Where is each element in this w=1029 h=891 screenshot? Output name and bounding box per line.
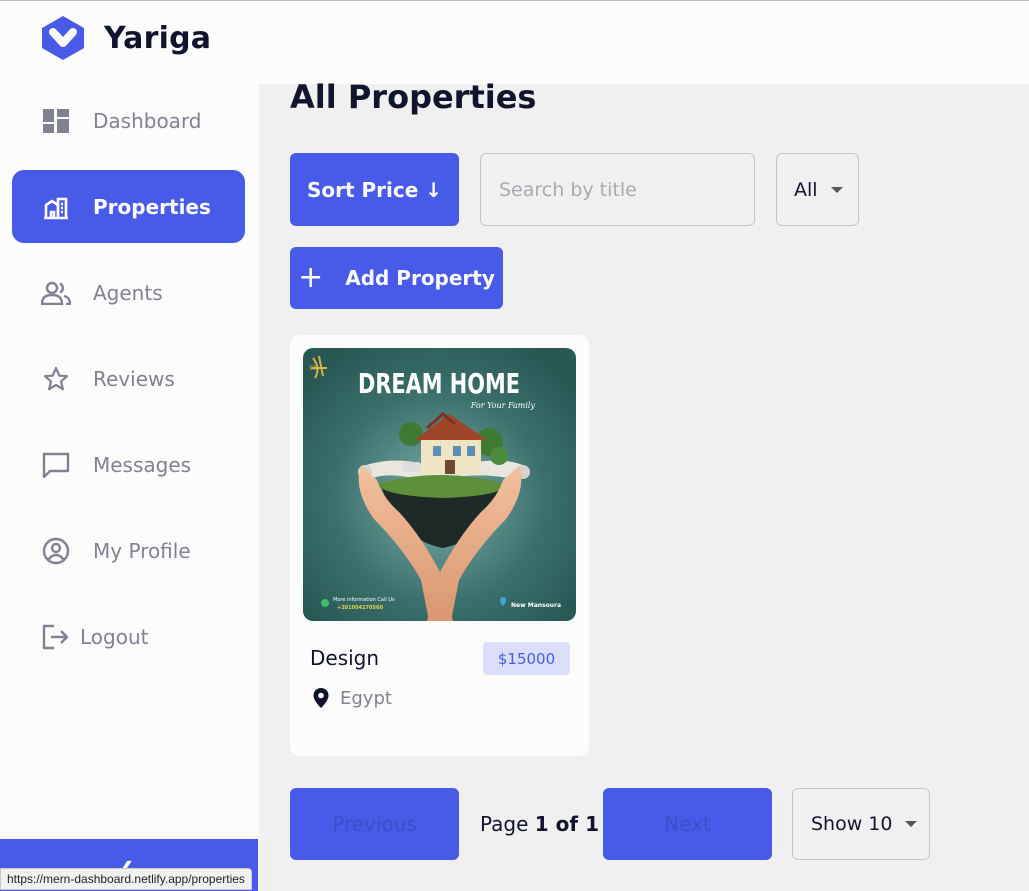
user-circle-icon — [40, 535, 72, 567]
add-property-button[interactable]: + Add Property — [290, 247, 503, 309]
yariga-logo-icon — [42, 16, 84, 60]
page-title: All Properties — [290, 78, 537, 116]
sidebar-nav: Dashboard Properties Agents Reviews Mess… — [12, 84, 245, 686]
property-price: $15000 — [497, 649, 556, 668]
property-location: Egypt — [312, 687, 392, 709]
dream-home-poster: SK DREAM HOME For Your Family More infor… — [303, 348, 576, 621]
sidebar: Yariga Dashboard Properties Agents Revie… — [0, 0, 259, 891]
previous-page-button[interactable]: Previous — [290, 788, 459, 860]
property-type-select[interactable]: All — [776, 153, 859, 226]
poster-headline: DREAM HOME — [358, 367, 520, 400]
page-size-select[interactable]: Show 10 — [792, 788, 930, 860]
sort-price-label: Sort Price ↓ — [306, 177, 443, 202]
caret-down-icon — [830, 186, 843, 193]
sidebar-item-dashboard[interactable]: Dashboard — [12, 84, 245, 157]
sidebar-item-label: Logout — [80, 624, 149, 649]
sort-price-button[interactable]: Sort Price ↓ — [290, 153, 459, 226]
window-top-border — [0, 0, 1029, 1]
add-property-label: Add Property — [345, 266, 495, 290]
previous-label: Previous — [332, 812, 417, 836]
brand-name: Yariga — [104, 20, 212, 56]
star-icon — [40, 363, 72, 395]
sidebar-item-label: Properties — [93, 194, 211, 219]
sidebar-item-label: Messages — [93, 452, 192, 477]
property-image[interactable]: SK DREAM HOME For Your Family More infor… — [303, 348, 576, 621]
caret-down-icon — [905, 821, 918, 827]
dashboard-icon — [40, 105, 72, 137]
page-prefix: Page — [480, 812, 529, 836]
price-badge: $15000 — [483, 642, 570, 675]
logout-icon — [40, 621, 72, 653]
location-pin-icon — [313, 688, 329, 708]
sidebar-item-label: Reviews — [93, 366, 175, 391]
sidebar-item-label: My Profile — [93, 538, 191, 563]
plus-icon: + — [298, 260, 324, 295]
top-header — [259, 1, 1029, 84]
brand[interactable]: Yariga — [38, 14, 211, 62]
poster-logo-text: SK — [309, 365, 318, 372]
chat-icon — [40, 449, 72, 481]
page-size-value: Show 10 — [811, 813, 893, 835]
property-title: Design — [310, 646, 380, 670]
poster-place: New Mansoura — [511, 602, 561, 609]
poster-phone: +201004270560 — [337, 605, 383, 611]
next-label: Next — [664, 812, 711, 836]
next-page-button[interactable]: Next — [603, 788, 772, 860]
sidebar-item-properties[interactable]: Properties — [12, 170, 245, 243]
page-value: 1 of 1 — [534, 812, 599, 836]
poster-contact-label: More information Call Us — [333, 597, 395, 603]
poster-tagline: For Your Family — [470, 401, 536, 410]
sidebar-item-agents[interactable]: Agents — [12, 256, 245, 329]
browser-status-url: https://mern-dashboard.netlify.app/prope… — [0, 868, 252, 890]
sidebar-item-logout[interactable]: Logout — [12, 600, 245, 673]
sidebar-item-label: Agents — [93, 280, 163, 305]
page-indicator: Page 1 of 1 — [480, 812, 599, 836]
property-location-text: Egypt — [340, 687, 392, 709]
people-icon — [40, 277, 72, 309]
building-icon — [40, 191, 72, 223]
sidebar-item-my-profile[interactable]: My Profile — [12, 514, 245, 587]
search-input[interactable] — [480, 153, 755, 226]
sidebar-item-messages[interactable]: Messages — [12, 428, 245, 501]
property-type-value: All — [794, 178, 818, 201]
sidebar-item-reviews[interactable]: Reviews — [12, 342, 245, 415]
sidebar-item-label: Dashboard — [93, 108, 202, 133]
property-card[interactable]: SK DREAM HOME For Your Family More infor… — [290, 335, 589, 756]
